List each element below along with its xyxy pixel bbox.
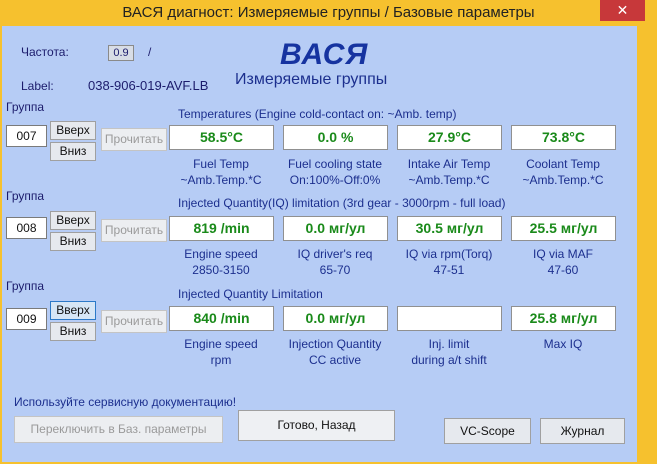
group-title: Injected Quantity Limitation [178, 287, 323, 301]
freq-value: 0.9 [108, 45, 134, 61]
field-label: Max IQ [504, 336, 622, 352]
field-label: Engine speed rpm [162, 336, 280, 368]
group-label: Группа [6, 100, 45, 114]
field-label-line1: Engine speed [184, 337, 258, 351]
field-label-line1: Coolant Temp [526, 157, 600, 171]
group-down-button[interactable]: Вниз [50, 142, 96, 161]
group-up-button[interactable]: Вверх [50, 121, 96, 140]
field-label-line1: Engine speed [184, 247, 258, 261]
field-label-line1: IQ via rpm(Torq) [405, 247, 493, 261]
field-label-line2: 2850-3150 [192, 263, 250, 277]
field-label: IQ via rpm(Torq) 47-51 [390, 246, 508, 278]
close-button[interactable]: ✕ [600, 0, 645, 21]
group-label: Группа [6, 189, 45, 203]
field-label-line1: IQ via MAF [532, 247, 593, 261]
journal-button[interactable]: Журнал [540, 418, 625, 444]
field-label-line1: Inj. limit [428, 337, 470, 351]
group-number-input[interactable]: 009 [6, 308, 47, 330]
field-value: 58.5°C [169, 125, 274, 150]
field-label: Coolant Temp ~Amb.Temp.*C [504, 156, 622, 188]
group-number-input[interactable]: 008 [6, 217, 47, 239]
brand-title: ВАСЯ [280, 38, 369, 71]
field-label-line1: IQ driver's req [297, 247, 373, 261]
freq-label: Частота: [21, 45, 69, 59]
field-label: Inj. limit during a/t shift [390, 336, 508, 368]
read-button[interactable]: Прочитать [101, 128, 167, 151]
group-down-button[interactable]: Вниз [50, 232, 96, 251]
field-label: IQ driver's req 65-70 [276, 246, 394, 278]
vc-scope-button[interactable]: VC-Scope [444, 418, 531, 444]
field-label-line2: ~Amb.Temp.*C [522, 173, 604, 187]
title-bar: ВАСЯ диагност: Измеряемые группы / Базов… [0, 0, 657, 25]
group-title: Injected Quantity(IQ) limitation (3rd ge… [178, 196, 506, 210]
window-title: ВАСЯ диагност: Измеряемые группы / Базов… [122, 4, 535, 21]
field-value: 0.0 мг/ул [283, 306, 388, 331]
field-label-line1: Fuel Temp [193, 157, 249, 171]
read-button[interactable]: Прочитать [101, 219, 167, 242]
field-value: 27.9°C [397, 125, 502, 150]
field-value: 25.8 мг/ул [511, 306, 616, 331]
service-doc-advice: Используйте сервисную документацию! [14, 395, 237, 409]
field-label-line2: 65-70 [319, 263, 351, 277]
field-value: 840 /min [169, 306, 274, 331]
window-edge [637, 26, 657, 462]
page-subtitle: Измеряемые группы [235, 71, 388, 88]
group-number-input[interactable]: 007 [6, 125, 47, 147]
field-value: 0.0 % [283, 125, 388, 150]
field-value: 819 /min [169, 216, 274, 241]
label-value: 038-906-019-AVF.LB [88, 78, 209, 93]
field-label-line2: On:100%-Off:0% [289, 173, 381, 187]
group-label: Группа [6, 279, 45, 293]
label-caption: Label: [21, 79, 54, 93]
close-icon: ✕ [616, 2, 629, 18]
field-label-line1: Fuel cooling state [287, 157, 383, 171]
field-value: 25.5 мг/ул [511, 216, 616, 241]
field-label: Intake Air Temp ~Amb.Temp.*C [390, 156, 508, 188]
field-label-line2: rpm [210, 353, 232, 367]
field-label-line1: Injection Quantity [288, 337, 382, 351]
field-label: Engine speed 2850-3150 [162, 246, 280, 278]
field-label: Fuel Temp ~Amb.Temp.*C [162, 156, 280, 188]
field-label-line2: CC active [308, 353, 361, 367]
field-label: IQ via MAF 47-60 [504, 246, 622, 278]
field-label-line1: Intake Air Temp [407, 157, 491, 171]
field-label: Injection Quantity CC active [276, 336, 394, 368]
done-back-button[interactable]: Готово, Назад [238, 410, 395, 441]
field-label: Fuel cooling state On:100%-Off:0% [276, 156, 394, 188]
field-label-line2: during a/t shift [411, 353, 487, 367]
group-up-button[interactable]: Вверх [50, 301, 96, 320]
group-up-button[interactable]: Вверх [50, 211, 96, 230]
read-button[interactable]: Прочитать [101, 310, 167, 333]
field-label-line2: 47-51 [433, 263, 465, 277]
field-label-line2: ~Amb.Temp.*C [408, 173, 490, 187]
field-value: 73.8°C [511, 125, 616, 150]
main-panel: Частота: 0.9 / Label: 038-906-019-AVF.LB… [2, 26, 637, 462]
field-label-line2: ~Amb.Temp.*C [180, 173, 262, 187]
field-value: 0.0 мг/ул [283, 216, 388, 241]
group-down-button[interactable]: Вниз [50, 322, 96, 341]
field-label-line1: Max IQ [543, 337, 583, 351]
switch-basic-params-button[interactable]: Переключить в Баз. параметры [14, 416, 223, 443]
group-title: Temperatures (Engine cold-contact on: ~A… [178, 107, 457, 121]
field-label-line2: 47-60 [547, 263, 579, 277]
field-value [397, 306, 502, 331]
field-value: 30.5 мг/ул [397, 216, 502, 241]
freq-separator: / [148, 45, 152, 59]
